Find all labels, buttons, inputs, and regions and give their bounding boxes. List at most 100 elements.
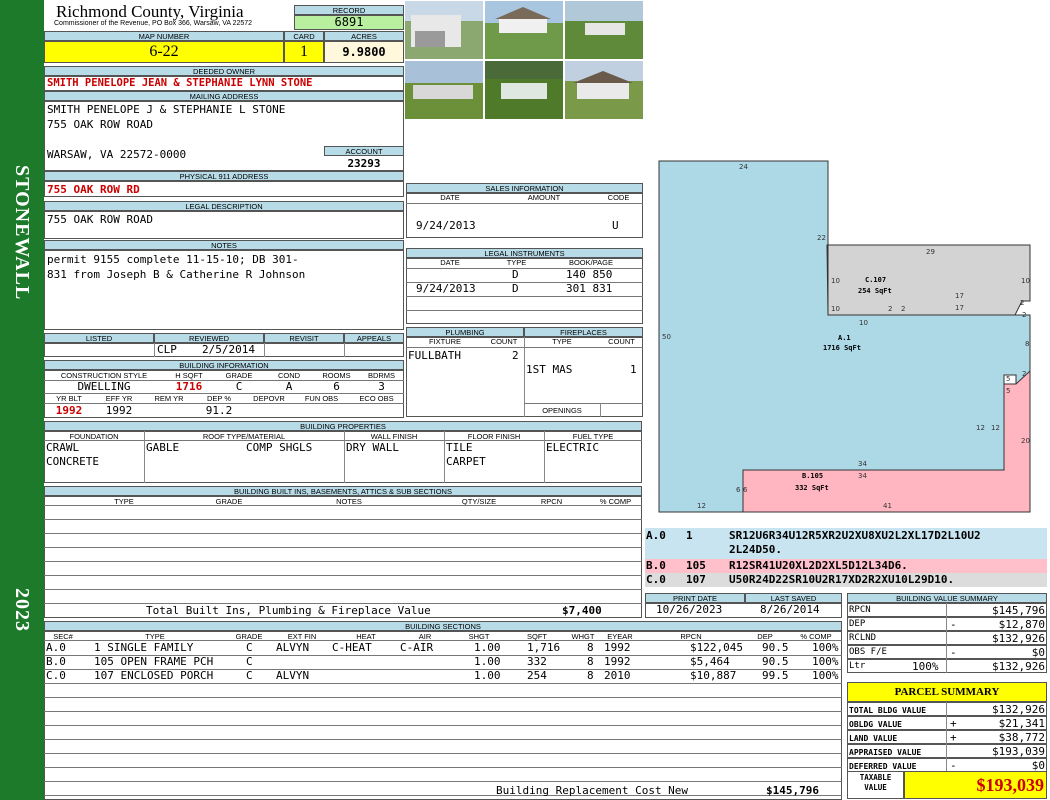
dim: 22 [817,234,826,242]
section-cell-rpcn: $122,045 [690,641,743,654]
section-cell-shgt: 1.00 [474,641,501,654]
trace-a-sec: A.0 [646,529,666,542]
taxable-label-1: TAXABLE [859,773,892,782]
dep-col: DEP [757,632,773,641]
legal-description: 755 OAK ROW ROAD [47,213,153,226]
grade-col: GRADE [235,632,263,641]
section-cell-dep: 99.5 [762,669,789,682]
dim: 2 [888,305,892,313]
air-col: AIR [418,632,432,641]
whgt-col: WHGT [571,632,595,641]
section-cell-heat: C-HEAT [332,641,372,654]
section-cell-type: 105 OPEN FRAME PCH [94,655,214,668]
photo-2[interactable] [485,1,563,59]
area-a-label: A.1 [838,334,851,342]
parcel-summary-value: $193,039 [992,745,1045,758]
wall-label: WALL FINISH [370,432,418,441]
dim: 2 [901,305,905,313]
acres-label: ACRES [324,31,404,41]
replacement-cost: $145,796 [766,784,819,797]
dim: 34 [858,472,867,480]
builtins-label: BUILDING BUILT INS, BASEMENTS, ATTICS & … [44,486,642,496]
acres-value: 9.9800 [324,41,404,63]
last-saved: 8/26/2014 [760,603,820,616]
li-row-2-book: 301 831 [566,282,613,295]
dim: 10 [831,305,840,313]
map-number: 6-22 [44,41,284,63]
section-cell-sec: A.0 [46,641,66,654]
building-info-label: BUILDING INFORMATION [44,360,404,370]
reviewed-by: CLP [157,343,177,356]
dim: 12 [697,502,706,510]
mailing-line-2: 755 OAK ROW ROAD [47,118,153,131]
roof-label: ROOF TYPE/MATERIAL [202,432,286,441]
section-cell-ext: ALVYN [276,641,310,654]
plumbing-label: PLUMBING [406,327,524,337]
photo-5[interactable] [485,61,563,119]
revisit-label: REVISIT [264,333,344,343]
photo-4[interactable] [405,61,483,119]
office-address: Commissioner of the Revenue, PO Box 366,… [54,20,253,27]
replacement-cost-label: Building Replacement Cost New [496,784,689,797]
value-summary-value: $145,796 [992,604,1045,617]
section-cell-eyear: 1992 [604,655,631,668]
physical-address: 755 OAK ROW RD [47,183,140,196]
dim: 10 [859,319,868,327]
effective-year: 1992 [105,404,133,417]
rooms: 6 [333,380,340,393]
reviewed-label: REVIEWED [154,333,264,343]
roof-type: GABLE [146,441,180,454]
building-properties-label: BUILDING PROPERTIES [44,421,642,431]
dim: 8 [1025,340,1029,348]
notes-label: NOTES [44,240,404,250]
last-saved-label: LAST SAVED [745,593,842,603]
section-cell-sqft: 332 [527,655,547,668]
photo-3[interactable] [565,1,643,59]
trace-c-code: 107 [686,573,706,586]
section-cell-dep: 90.5 [762,641,789,654]
card-label: CARD [284,31,324,41]
heated-sqft: 1716 [175,380,203,393]
foundation-label: FOUNDATION [69,432,119,441]
area-b-size: 332 SqFt [795,484,829,492]
section-cell-grade: C [246,641,253,654]
floor-finish-1: TILE [446,441,473,454]
dim: 41 [883,502,892,510]
value-summary-key: RPCN [849,605,871,615]
card-number: 1 [284,41,324,63]
mailing-address-label: MAILING ADDRESS [44,91,404,101]
section-cell-type: 1 SINGLE FAMILY [94,641,194,654]
parcel-summary-label: PARCEL SUMMARY [847,682,1047,702]
foundation-2: CONCRETE [46,455,99,468]
district-name: STONEWALL [11,165,33,301]
depovr-label: DEPOVR [253,394,285,403]
photo-1[interactable] [405,1,483,59]
section-cell-sqft: 254 [527,669,547,682]
section-cell-whgt: 8 [587,655,594,668]
heat-col: HEAT [356,632,376,641]
dim: 34 [858,460,867,468]
section-cell-whgt: 8 [587,641,594,654]
fireplaces-label: FIREPLACES [524,327,643,337]
section-cell-whgt: 8 [587,669,594,682]
section-cell-type: 107 ENCLOSED PORCH [94,669,214,682]
trace-a-text: SR12U6R34U12R5XR2U2XU8XU2L2XL17D2L10U2 [729,529,981,542]
value-summary-value: $12,870 [998,618,1045,631]
account-number: 23293 [347,157,381,170]
dim: 10 [1021,277,1030,285]
shgt-col: SHGT [468,632,490,641]
construction-style: DWELLING [77,380,131,393]
yrblt-label: YR BLT [56,394,82,403]
sale-date: 9/24/2013 [416,219,476,232]
taxable-value: $193,039 [904,771,1047,799]
sec-col: SEC# [53,632,73,641]
ecoobs-label: ECO OBS [359,394,394,403]
section-cell-shgt: 1.00 [474,669,501,682]
sale-code: U [612,219,619,232]
parcel-summary-value: $21,341 [998,717,1045,730]
dim: 17 [955,304,964,312]
photo-6[interactable] [565,61,643,119]
dim: 12 [976,424,985,432]
section-cell-rpcn: $5,464 [690,655,730,668]
value-summary-key: OBS F/E [849,647,887,657]
